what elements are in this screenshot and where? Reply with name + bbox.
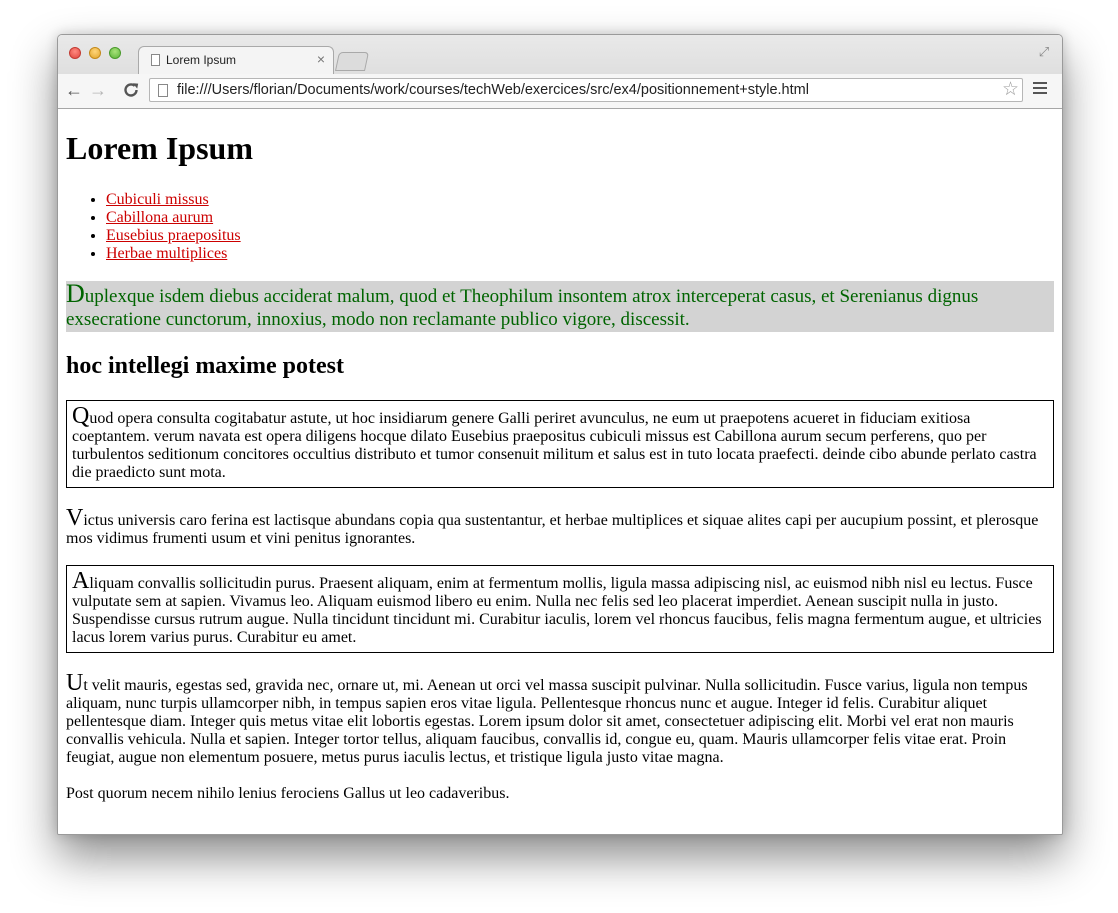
browser-window: Lorem Ipsum × ⤢ ← → file:///Users/floria… <box>57 34 1063 835</box>
back-arrow-icon[interactable]: ← <box>63 79 85 101</box>
boxed-paragraph-1: Quod opera consulta cogitabatur astute, … <box>66 400 1054 488</box>
minimize-window-button[interactable] <box>89 47 101 59</box>
fullscreen-icon[interactable]: ⤢ <box>1036 44 1052 60</box>
nav-link-cabillona-aurum[interactable]: Cabillona aurum <box>106 209 213 226</box>
browser-toolbar: ← → file:///Users/florian/Documents/work… <box>58 74 1062 108</box>
nav-link-cubiculi-missus[interactable]: Cubiculi missus <box>106 191 209 208</box>
nav-link-eusebius-praepositus[interactable]: Eusebius praepositus <box>106 227 241 244</box>
tab-lorem-ipsum[interactable]: Lorem Ipsum × <box>138 46 334 75</box>
intro-paragraph: Duplexque isdem diebus acciderat malum, … <box>66 281 1054 332</box>
p1-initial: Q <box>72 403 90 429</box>
menu-icon[interactable] <box>1033 82 1047 98</box>
p4-text: t velit mauris, egestas sed, gravida nec… <box>66 677 1028 766</box>
paragraph-2: Victus universis caro ferina est lactisq… <box>66 506 1054 548</box>
forward-arrow-icon[interactable]: → <box>87 79 109 101</box>
p2-text: ictus universis caro ferina est lactisqu… <box>66 512 1039 547</box>
section-heading: hoc intellegi maxime potest <box>66 353 344 379</box>
new-tab-button[interactable] <box>334 52 370 71</box>
url-text[interactable]: file:///Users/florian/Documents/work/cou… <box>177 82 809 98</box>
paragraph-5: Post quorum necem nihilo lenius ferocien… <box>66 785 510 802</box>
nav-list-item: Cabillona aurum <box>106 209 1054 227</box>
close-window-button[interactable] <box>69 47 81 59</box>
address-bar[interactable]: file:///Users/florian/Documents/work/cou… <box>149 78 1023 102</box>
maximize-window-button[interactable] <box>109 47 121 59</box>
nav-list-item: Eusebius praepositus <box>106 227 1054 245</box>
p1-text: uod opera consulta cogitabatur astute, u… <box>72 410 1037 481</box>
bookmark-star-icon[interactable]: ☆ <box>1002 79 1019 101</box>
p4-initial: U <box>66 670 84 696</box>
document-icon <box>151 54 160 66</box>
tab-title: Lorem Ipsum <box>166 53 237 67</box>
page-title: Lorem Ipsum <box>66 130 253 166</box>
nav-list-item: Cubiculi missus <box>106 191 1054 209</box>
intro-initial: D <box>66 279 85 308</box>
p3-text: liquam convallis sollicitudin purus. Pra… <box>72 575 1042 646</box>
browser-chrome: Lorem Ipsum × ⤢ ← → file:///Users/floria… <box>58 35 1062 109</box>
page-content: Lorem Ipsum Cubiculi missus Cabillona au… <box>58 109 1062 834</box>
p2-initial: V <box>66 505 84 531</box>
tab-close-icon[interactable]: × <box>317 51 325 67</box>
page-document-icon <box>158 84 168 97</box>
reload-icon[interactable] <box>120 79 142 101</box>
p3-initial: A <box>72 568 90 594</box>
nav-link-herbae-multiplices[interactable]: Herbae multiplices <box>106 245 227 262</box>
nav-list: Cubiculi missus Cabillona aurum Eusebius… <box>66 191 1054 263</box>
boxed-paragraph-3: Aliquam convallis sollicitudin purus. Pr… <box>66 565 1054 653</box>
nav-list-item: Herbae multiplices <box>106 245 1054 263</box>
intro-text: uplexque isdem diebus acciderat malum, q… <box>66 286 979 330</box>
paragraph-4: Ut velit mauris, egestas sed, gravida ne… <box>66 671 1054 767</box>
